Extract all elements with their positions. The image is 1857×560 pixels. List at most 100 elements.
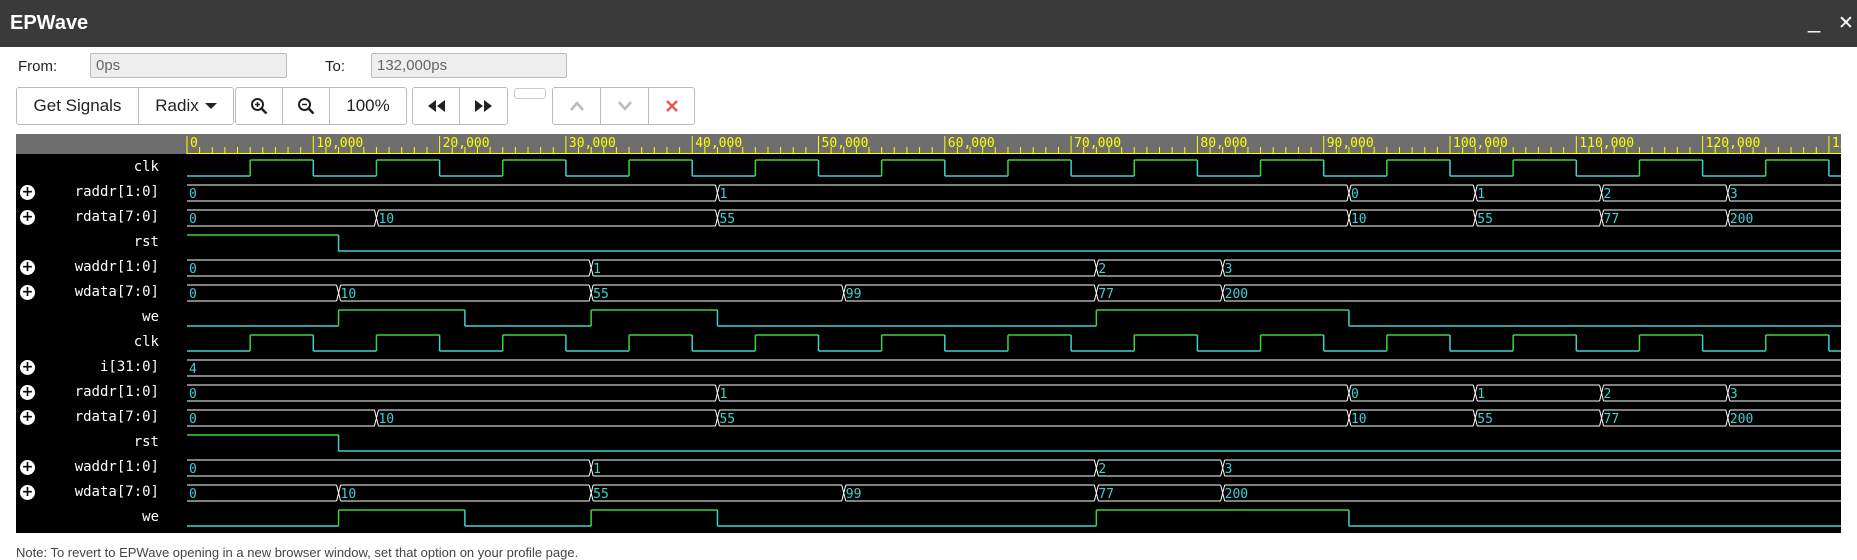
- signal-name[interactable]: we: [142, 309, 159, 325]
- remove-signal-button[interactable]: [649, 88, 694, 124]
- bus-value: 200: [1225, 287, 1248, 302]
- bus-segment: [845, 284, 1095, 302]
- bus-segment: [378, 209, 716, 227]
- close-button[interactable]: ✕: [1838, 12, 1854, 35]
- fast-forward-button[interactable]: [460, 88, 507, 124]
- ruler-label: 120,000: [1706, 136, 1761, 151]
- bus-value: 55: [719, 412, 735, 427]
- bus-value: 0: [189, 287, 197, 302]
- expand-signal-icon[interactable]: +: [20, 260, 35, 275]
- bus-segment: [1477, 409, 1600, 427]
- bus-value: 3: [1730, 387, 1738, 402]
- ruler-label: 0: [190, 136, 198, 151]
- radix-button[interactable]: Radix: [139, 88, 233, 124]
- bus-value: 77: [1604, 212, 1620, 227]
- zoom-in-button[interactable]: [236, 88, 283, 124]
- bus-segment: [593, 259, 1095, 277]
- ruler-label: 30,000: [569, 136, 616, 151]
- bus-segment: [187, 459, 590, 477]
- bus-value: 55: [593, 287, 609, 302]
- expand-signal-icon[interactable]: +: [20, 485, 35, 500]
- bus-value: 1: [593, 462, 601, 477]
- signal-name[interactable]: we: [142, 509, 159, 525]
- zoom-out-button[interactable]: [283, 88, 330, 124]
- signal-name[interactable]: rst: [134, 234, 159, 250]
- bus-segment: [187, 259, 590, 277]
- bus-segment: [1224, 484, 1841, 502]
- bus-value: 4: [189, 362, 197, 377]
- blank-toolbar-button[interactable]: [514, 88, 546, 99]
- expand-signal-icon[interactable]: +: [20, 460, 35, 475]
- rewind-icon: [428, 100, 445, 112]
- expand-signal-icon[interactable]: +: [20, 185, 35, 200]
- from-input[interactable]: [90, 53, 287, 78]
- bus-value: 10: [341, 487, 357, 502]
- rewind-button[interactable]: [413, 88, 460, 124]
- move-up-button[interactable]: [553, 88, 601, 124]
- signal-name[interactable]: rdata[7:0]: [75, 409, 159, 425]
- expand-signal-icon[interactable]: +: [20, 210, 35, 225]
- waveform-viewer: clk raddr[1:0] + rdata[7:0] + rst waddr[1:0] + w…: [16, 134, 1841, 533]
- expand-signal-icon[interactable]: +: [20, 385, 35, 400]
- signal-name[interactable]: waddr[1:0]: [75, 259, 159, 275]
- ruler-label: 60,000: [948, 136, 995, 151]
- bus-value: 0: [189, 412, 197, 427]
- signal-name-header: [16, 134, 171, 154]
- ruler-label: 50,000: [822, 136, 869, 151]
- bus-segment: [1098, 259, 1221, 277]
- bus-value: 1: [593, 262, 601, 277]
- signal-name[interactable]: waddr[1:0]: [75, 459, 159, 475]
- zoom-level-button[interactable]: 100%: [330, 88, 406, 124]
- expand-signal-icon[interactable]: +: [20, 410, 35, 425]
- move-up-icon: [569, 101, 584, 111]
- to-label: To:: [325, 58, 346, 75]
- footer-note: Note: To revert to EPWave opening in a n…: [16, 545, 579, 560]
- signal-name[interactable]: clk: [134, 159, 159, 175]
- bus-segment: [719, 409, 1347, 427]
- signal-name[interactable]: rdata[7:0]: [75, 209, 159, 225]
- signal-name-column: clk raddr[1:0] + rdata[7:0] + rst waddr[1:0] + w…: [16, 134, 171, 533]
- waveform-canvas[interactable]: 0 10,000 20,000 30,000 40,000 50,000 60,000 70,…: [171, 134, 1841, 533]
- bus-value: 10: [341, 287, 357, 302]
- ruler-label: 100,000: [1453, 136, 1508, 151]
- bus-value: 55: [719, 212, 735, 227]
- bus-value: 55: [1477, 212, 1493, 227]
- ruler-label: 20,000: [443, 136, 490, 151]
- window-title: EPWave: [10, 12, 89, 34]
- bus-value: 55: [593, 487, 609, 502]
- ruler-label: 110,000: [1579, 136, 1634, 151]
- signal-name[interactable]: raddr[1:0]: [75, 384, 159, 400]
- move-down-button[interactable]: [601, 88, 649, 124]
- bus-value: 10: [1351, 212, 1367, 227]
- title-bar: EPWave _ ✕: [0, 0, 1857, 47]
- signal-name[interactable]: wdata[7:0]: [75, 284, 159, 300]
- bus-value: 0: [1351, 387, 1359, 402]
- bus-segment: [845, 484, 1095, 502]
- to-input[interactable]: [371, 53, 567, 78]
- signal-name[interactable]: wdata[7:0]: [75, 484, 159, 500]
- ruler-label: 10,000: [316, 136, 363, 151]
- bus-segment: [593, 459, 1095, 477]
- bus-value: 200: [1730, 212, 1753, 227]
- bus-value: 1: [719, 187, 727, 202]
- bus-segment: [719, 384, 1347, 402]
- signal-name[interactable]: i[31:0]: [100, 359, 159, 375]
- bus-segment: [187, 284, 337, 302]
- minimize-button[interactable]: _: [1808, 8, 1820, 34]
- signal-name[interactable]: clk: [134, 334, 159, 350]
- zoom-in-icon: [251, 98, 268, 115]
- signal-name[interactable]: rst: [134, 434, 159, 450]
- expand-signal-icon[interactable]: +: [20, 285, 35, 300]
- bus-segment: [1477, 384, 1600, 402]
- bus-value: 0: [1351, 187, 1359, 202]
- bus-value: 0: [189, 187, 197, 202]
- expand-signal-icon[interactable]: +: [20, 360, 35, 375]
- signal-order-button-group: [552, 87, 695, 125]
- bus-value: 1: [719, 387, 727, 402]
- bus-segment: [187, 209, 375, 227]
- bus-value: 10: [378, 412, 394, 427]
- navigation-button-group: [412, 87, 508, 125]
- caret-down-icon: [204, 103, 217, 109]
- signal-name[interactable]: raddr[1:0]: [75, 184, 159, 200]
- get-signals-button[interactable]: Get Signals: [17, 88, 139, 124]
